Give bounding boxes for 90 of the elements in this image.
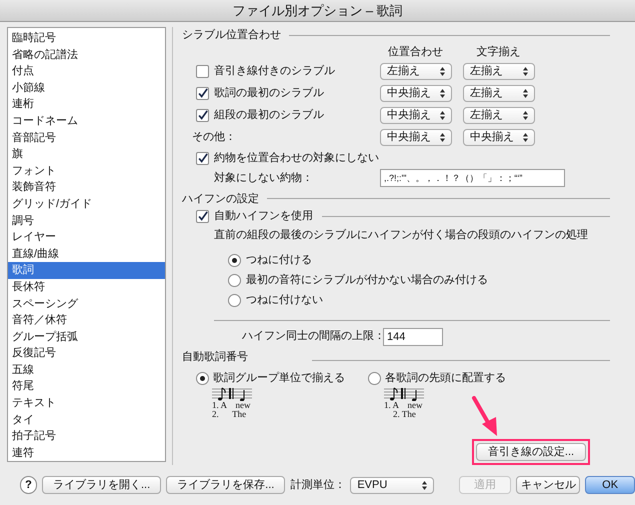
extension-settings-button[interactable]: 音引き線の設定... <box>476 443 586 462</box>
arrow-icon <box>470 396 500 438</box>
section-title: 自動歌詞番号 <box>182 350 249 365</box>
stepper-icon <box>440 133 445 142</box>
list-item[interactable]: 五線 <box>8 362 165 378</box>
list-item[interactable]: テキスト <box>8 395 165 412</box>
list-item[interactable]: 臨時記号 <box>8 30 165 47</box>
help-button[interactable]: ? <box>20 476 37 494</box>
column-header: 位置合わせ <box>387 44 444 60</box>
row-label: その他： <box>192 130 236 146</box>
stepper-icon <box>523 110 528 120</box>
list-item[interactable]: スペーシング <box>8 296 165 312</box>
ok-button[interactable]: OK <box>585 476 635 494</box>
stepper-icon <box>440 88 445 98</box>
list-item[interactable]: グループ括弧 <box>8 328 165 346</box>
dropdown[interactable]: 中央揃え <box>380 129 452 146</box>
field-label: ハイフン同士の間隔の上限： <box>242 329 383 344</box>
stepper-icon <box>523 66 528 76</box>
stepper-icon <box>523 88 528 98</box>
radio-label: 各歌詞の先頭に配置する <box>385 370 506 386</box>
dropdown[interactable]: 左揃え <box>463 106 535 124</box>
list-item[interactable]: 省略の記譜法 <box>8 46 165 64</box>
staff-drawing <box>384 387 424 402</box>
lyric-line: 1. A new <box>384 401 424 410</box>
checkbox-label: 約物を位置合わせの対象にしない <box>214 150 379 166</box>
list-item[interactable]: 拍子記号 <box>8 428 165 445</box>
list-item[interactable]: 長休符 <box>8 278 165 296</box>
window-title: ファイル別オプション – 歌詞 <box>232 2 403 20</box>
list-item[interactable]: 連桁 <box>8 96 165 113</box>
list-item[interactable]: コードネーム <box>8 112 165 130</box>
list-item[interactable]: 符尾 <box>8 378 165 396</box>
checkbox[interactable] <box>196 210 209 224</box>
list-item[interactable]: 音部記号 <box>8 130 165 146</box>
radio-label: つねに付けない <box>246 292 323 308</box>
row-label: 音引き線付きのシラブル <box>214 64 335 80</box>
units-label: 計測単位： <box>290 478 346 493</box>
dropdown[interactable]: 左揃え <box>463 84 535 102</box>
stepper-icon <box>422 480 427 490</box>
radio-button[interactable] <box>228 254 241 267</box>
list-item[interactable]: 連符 <box>8 444 165 461</box>
list-item[interactable]: 調号 <box>8 212 165 230</box>
open-library-button[interactable]: ライブラリを開く... <box>42 476 162 494</box>
dropdown[interactable]: 中央揃え <box>380 84 452 102</box>
number-field[interactable]: 144 <box>383 328 443 346</box>
list-item[interactable]: 小節線 <box>8 80 165 96</box>
row-label: 組段の最初のシラブル <box>214 108 324 124</box>
stepper-icon <box>440 110 445 120</box>
cancel-button[interactable]: キャンセル <box>516 476 580 494</box>
list-item[interactable]: タイ <box>8 412 165 428</box>
list-item[interactable]: 直線/曲線 <box>8 246 165 262</box>
field-label: 対象にしない約物： <box>214 170 314 186</box>
radio-button[interactable] <box>228 274 241 287</box>
lyric-line: 1. A new <box>212 401 252 410</box>
radio-label: 最初の音符にシラブルが付かない場合のみ付ける <box>246 272 488 288</box>
description-text: 直前の組段の最後のシラブルにハイフンが付く場合の段頭のハイフンの処理 <box>213 228 589 244</box>
section-title: ハイフンの設定 <box>182 192 259 207</box>
section-title: シラブル位置合わせ <box>182 28 281 43</box>
staff-drawing <box>212 387 252 402</box>
list-item[interactable]: 音符／休符 <box>8 312 165 329</box>
radio-label: 歌詞グループ単位で揃える <box>213 370 345 386</box>
dropdown[interactable]: 左揃え <box>380 62 452 80</box>
list-item[interactable]: フォント <box>8 162 165 180</box>
dropdown[interactable]: 左揃え <box>463 62 535 80</box>
lyric-line: 2. The <box>392 410 417 420</box>
radio-button[interactable] <box>196 372 209 385</box>
text-field[interactable]: ,.?!;:'"、。，．！？（）「」：；“‘” <box>380 168 565 187</box>
row-label: 歌詞の最初のシラブル <box>214 86 324 102</box>
stepper-icon <box>523 133 528 142</box>
dropdown[interactable]: 中央揃え <box>463 129 535 146</box>
radio-button[interactable] <box>368 372 381 385</box>
list-item[interactable]: 歌詞 <box>8 262 165 279</box>
stepper-icon <box>440 66 445 76</box>
list-item[interactable]: 旗 <box>8 146 165 163</box>
column-header: 文字揃え <box>476 44 522 60</box>
save-library-button[interactable]: ライブラリを保存... <box>166 476 286 494</box>
list-item[interactable]: レイヤー <box>8 229 165 246</box>
dropdown[interactable]: EVPU <box>350 476 434 494</box>
checkbox[interactable] <box>196 108 209 122</box>
dropdown[interactable]: 中央揃え <box>380 106 452 124</box>
checkbox[interactable] <box>196 86 209 100</box>
list-item[interactable]: グリッド/ガイド <box>8 196 165 213</box>
radio-button[interactable] <box>228 294 241 307</box>
checkbox[interactable] <box>196 152 209 165</box>
list-item[interactable]: 装飾音符 <box>8 179 165 196</box>
checkbox[interactable] <box>196 64 209 78</box>
lyric-line: 2. The <box>212 410 248 420</box>
radio-label: つねに付ける <box>246 252 312 268</box>
list-item[interactable]: 反復記号 <box>8 345 165 362</box>
checkbox-label: 自動ハイフンを使用 <box>214 209 313 224</box>
list-item[interactable]: 付点 <box>8 63 165 80</box>
